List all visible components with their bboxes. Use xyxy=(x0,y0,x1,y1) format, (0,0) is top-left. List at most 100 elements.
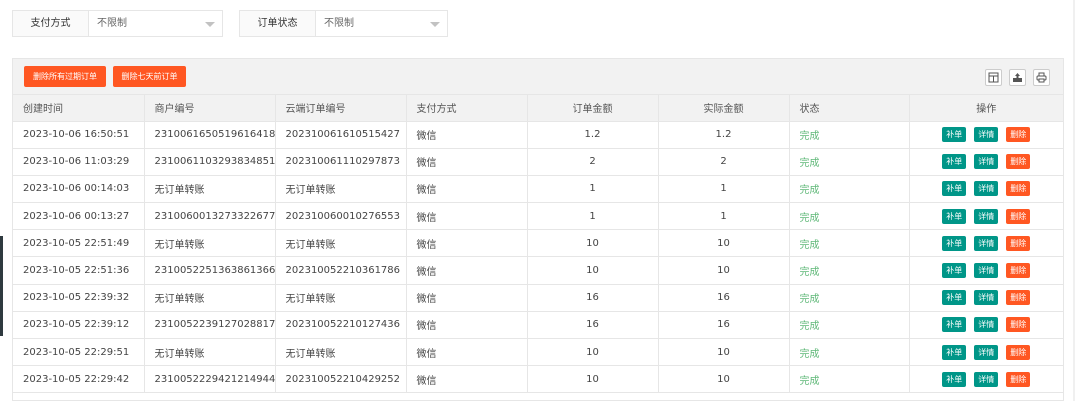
cell-create-time: 2023-10-05 22:39:32 xyxy=(13,284,145,312)
cell-order-amount: 10 xyxy=(527,365,659,394)
cell-status: 完成 xyxy=(789,121,910,149)
cell-pay-method: 微信 xyxy=(406,202,528,231)
chevron-down-icon xyxy=(205,22,215,27)
delete-button[interactable]: 删除 xyxy=(1006,235,1031,251)
cell-status: 完成 xyxy=(789,256,910,285)
pay-method-select[interactable]: 不限制 xyxy=(89,11,222,36)
cell-order-amount: 16 xyxy=(527,284,659,312)
cell-order-amount: 2 xyxy=(527,148,659,176)
header-actual-amount[interactable]: 实际金额 xyxy=(658,95,790,122)
cell-status: 完成 xyxy=(789,311,910,340)
export-icon[interactable] xyxy=(1009,69,1026,86)
table-row: 2023-10-05 22:51:49 无订单转账 无订单转账 微信 10 10 完成 补单详… xyxy=(13,229,1063,258)
detail-button[interactable]: 详情 xyxy=(974,208,999,224)
header-cloud-order-no[interactable]: 云端订单编号 xyxy=(275,95,407,122)
cell-operations: 补单 详情 删除 xyxy=(909,284,1063,312)
cell-merchant-no: 无订单转账 xyxy=(144,284,276,312)
header-status[interactable]: 状态 xyxy=(789,95,910,122)
cell-order-amount: 10 xyxy=(527,229,659,258)
detail-button[interactable]: 详情 xyxy=(974,344,999,360)
cell-order-amount: 1.2 xyxy=(527,121,659,149)
cell-create-time: 2023-10-05 22:29:51 xyxy=(13,338,145,367)
supplement-order-button[interactable]: 补单 xyxy=(942,371,967,387)
cell-pay-method: 微信 xyxy=(406,229,528,258)
header-merchant-no[interactable]: 商户编号 xyxy=(144,95,276,122)
table-row: 2023-10-05 22:29:51 无订单转账 无订单转账 微信 10 10 完成 补单详… xyxy=(13,338,1063,367)
supplement-order-button[interactable]: 补单 xyxy=(942,208,967,224)
delete-button[interactable]: 删除 xyxy=(1006,154,1031,170)
delete-button[interactable]: 删除 xyxy=(1006,371,1031,387)
table-row: 2023-10-05 22:39:32 无订单转账 无订单转账 微信 16 16 完成 补单详… xyxy=(13,284,1063,312)
supplement-order-button[interactable]: 补单 xyxy=(942,154,967,170)
delete-button[interactable]: 删除 xyxy=(1006,317,1031,333)
print-icon[interactable] xyxy=(1033,69,1050,86)
cell-operations: 补单 详情 删除 xyxy=(909,175,1063,204)
cell-pay-method: 微信 xyxy=(406,175,528,204)
cell-operations: 补单 详情 删除 xyxy=(909,338,1063,367)
columns-icon[interactable] xyxy=(985,69,1002,86)
cell-cloud-order-no: 无订单转账 xyxy=(275,338,407,367)
detail-button[interactable]: 详情 xyxy=(974,181,999,197)
cell-operations: 补单 详情 删除 xyxy=(909,256,1063,285)
order-status-select[interactable]: 不限制 xyxy=(316,11,447,36)
cell-operations: 补单 详情 删除 xyxy=(909,148,1063,176)
delete-button[interactable]: 删除 xyxy=(1006,127,1031,143)
cell-operations: 补单 详情 删除 xyxy=(909,121,1063,149)
detail-button[interactable]: 详情 xyxy=(974,263,999,279)
pay-method-value: 不限制 xyxy=(97,18,127,29)
table-toolbar: 删除所有过期订单 删除七天前订单 xyxy=(13,59,1063,95)
delete-seven-days-orders-button[interactable]: 删除七天前订单 xyxy=(113,66,186,87)
cell-cloud-order-no: 202310052210361786 xyxy=(275,256,407,285)
supplement-order-button[interactable]: 补单 xyxy=(942,263,967,279)
cell-order-amount: 16 xyxy=(527,311,659,340)
cell-actual-amount: 10 xyxy=(658,229,790,258)
detail-button[interactable]: 详情 xyxy=(974,371,999,387)
cell-merchant-no: 2310052239127028817 xyxy=(144,311,276,340)
cell-merchant-no: 2310061103293834851 xyxy=(144,148,276,176)
supplement-order-button[interactable]: 补单 xyxy=(942,290,967,306)
table-row: 2023-10-05 22:39:12 2310052239127028817 20… xyxy=(13,311,1063,340)
cell-actual-amount: 10 xyxy=(658,256,790,285)
cell-operations: 补单 详情 删除 xyxy=(909,202,1063,231)
cell-merchant-no: 2310052251363861366 xyxy=(144,256,276,285)
delete-button[interactable]: 删除 xyxy=(1006,263,1031,279)
cell-create-time: 2023-10-05 22:51:36 xyxy=(13,256,145,285)
header-pay-method[interactable]: 支付方式 xyxy=(406,95,528,122)
supplement-order-button[interactable]: 补单 xyxy=(942,344,967,360)
delete-button[interactable]: 删除 xyxy=(1006,208,1031,224)
cell-create-time: 2023-10-05 22:29:42 xyxy=(13,365,145,394)
delete-expired-orders-button[interactable]: 删除所有过期订单 xyxy=(24,66,106,87)
detail-button[interactable]: 详情 xyxy=(974,290,999,306)
detail-button[interactable]: 详情 xyxy=(974,127,999,143)
detail-button[interactable]: 详情 xyxy=(974,154,999,170)
detail-button[interactable]: 详情 xyxy=(974,317,999,333)
pay-method-filter: 支付方式 不限制 xyxy=(12,10,223,37)
header-operations: 操作 xyxy=(909,95,1063,122)
cell-cloud-order-no: 202310061110297873 xyxy=(275,148,407,176)
detail-button[interactable]: 详情 xyxy=(974,235,999,251)
cell-operations: 补单 详情 删除 xyxy=(909,229,1063,258)
cell-actual-amount: 10 xyxy=(658,338,790,367)
cell-order-amount: 1 xyxy=(527,175,659,204)
supplement-order-button[interactable]: 补单 xyxy=(942,181,967,197)
cell-operations: 补单 详情 删除 xyxy=(909,311,1063,340)
cell-cloud-order-no: 无订单转账 xyxy=(275,175,407,204)
delete-button[interactable]: 删除 xyxy=(1006,181,1031,197)
header-order-amount[interactable]: 订单金额 xyxy=(527,95,659,122)
cell-actual-amount: 2 xyxy=(658,148,790,176)
supplement-order-button[interactable]: 补单 xyxy=(942,235,967,251)
table-header-row: 创建时间 商户编号 云端订单编号 支付方式 订单金额 实际金额 状态 操作 xyxy=(13,95,1063,122)
table-row: 2023-10-06 16:50:51 2310061650519616418 20… xyxy=(13,121,1063,149)
cell-pay-method: 微信 xyxy=(406,148,528,176)
supplement-order-button[interactable]: 补单 xyxy=(942,127,967,143)
cell-merchant-no: 2310052229421214944 xyxy=(144,365,276,394)
cell-status: 完成 xyxy=(789,284,910,312)
delete-button[interactable]: 删除 xyxy=(1006,344,1031,360)
orders-table: 创建时间 商户编号 云端订单编号 支付方式 订单金额 实际金额 状态 操作 20… xyxy=(13,95,1063,394)
cell-pay-method: 微信 xyxy=(406,284,528,312)
header-create-time[interactable]: 创建时间 xyxy=(13,95,145,122)
left-edge-strip xyxy=(0,236,3,336)
cell-actual-amount: 1 xyxy=(658,202,790,231)
delete-button[interactable]: 删除 xyxy=(1006,290,1031,306)
supplement-order-button[interactable]: 补单 xyxy=(942,317,967,333)
